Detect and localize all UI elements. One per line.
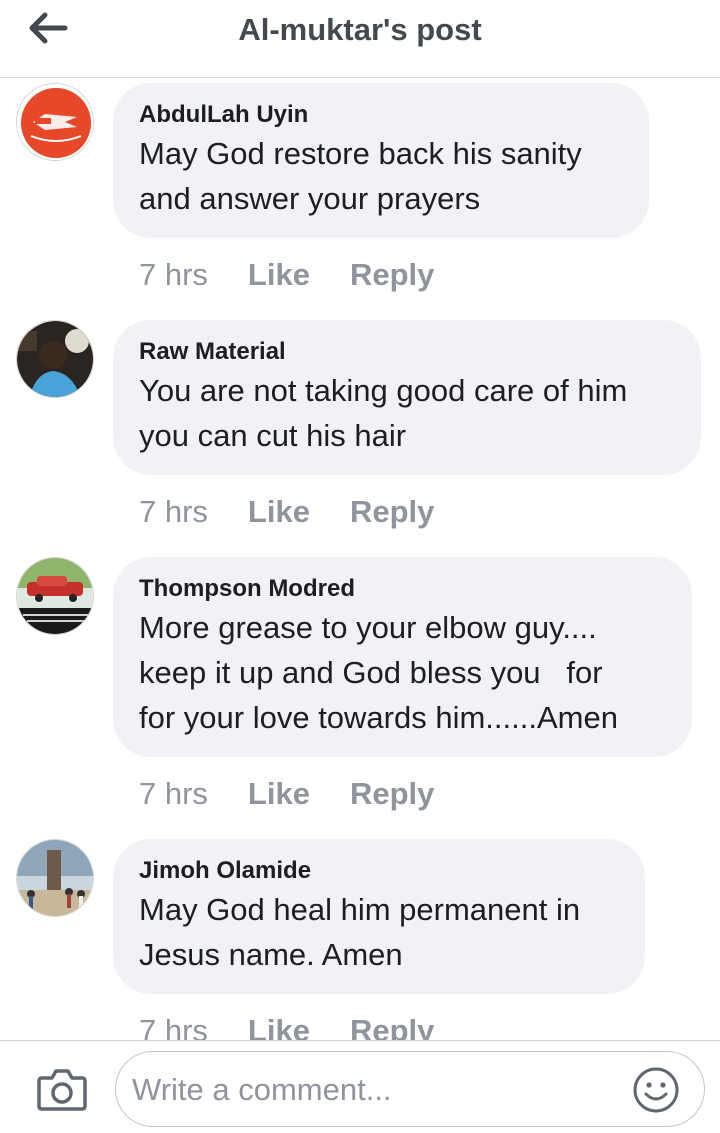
comment-author[interactable]: AbdulLah Uyin	[139, 99, 623, 131]
emoji-button[interactable]	[632, 1066, 680, 1114]
comment-actions: 7 hrs Like Reply	[139, 492, 434, 532]
comment-bubble: Raw Material You are not taking good car…	[113, 320, 701, 475]
comment-time: 7 hrs	[139, 494, 208, 529]
comment-author[interactable]: Thompson Modred	[139, 573, 666, 605]
page-title: Al-muktar's post	[238, 12, 482, 47]
comment-composer-bar	[0, 1040, 720, 1133]
avatar[interactable]	[16, 839, 94, 917]
reply-button[interactable]: Reply	[350, 257, 434, 293]
comment-bubble: AbdulLah Uyin May God restore back his s…	[113, 83, 649, 238]
top-bar: Al-muktar's post	[0, 0, 720, 78]
comment-text: More grease to your elbow guy.... keep i…	[139, 610, 618, 735]
comment-bubble: Thompson Modred More grease to your elbo…	[113, 557, 692, 757]
camera-icon	[37, 1069, 87, 1111]
post-comments-screen: Al-muktar's post AbdulLah Uyin May God r…	[0, 0, 720, 1133]
comment-author[interactable]: Jimoh Olamide	[139, 855, 619, 887]
comment-bubble: Jimoh Olamide May God heal him permanent…	[113, 839, 645, 994]
comment-text: You are not taking good care of him you …	[139, 373, 628, 453]
like-button[interactable]: Like	[248, 257, 310, 293]
comment-input-box	[115, 1051, 705, 1127]
comment-text: May God restore back his sanity and answ…	[139, 136, 582, 216]
reply-button[interactable]: Reply	[350, 494, 434, 530]
avatar-image	[17, 321, 93, 397]
avatar[interactable]	[16, 320, 94, 398]
comment-time: 7 hrs	[139, 257, 208, 292]
comment-time: 7 hrs	[139, 776, 208, 811]
like-button[interactable]: Like	[248, 776, 310, 812]
comment-text: May God heal him permanent in Jesus name…	[139, 892, 581, 972]
avatar-image	[17, 84, 93, 160]
comment-input[interactable]	[130, 1064, 614, 1116]
comment-actions: 7 hrs Like Reply	[139, 774, 434, 814]
avatar[interactable]	[16, 83, 94, 161]
comment-author[interactable]: Raw Material	[139, 336, 675, 368]
smiley-icon	[633, 1067, 679, 1113]
avatar[interactable]	[16, 557, 94, 635]
reply-button[interactable]: Reply	[350, 776, 434, 812]
comment-actions: 7 hrs Like Reply	[139, 255, 434, 295]
avatar-image	[17, 840, 93, 916]
like-button[interactable]: Like	[248, 494, 310, 530]
camera-button[interactable]	[34, 1065, 90, 1113]
avatar-image	[17, 558, 93, 634]
